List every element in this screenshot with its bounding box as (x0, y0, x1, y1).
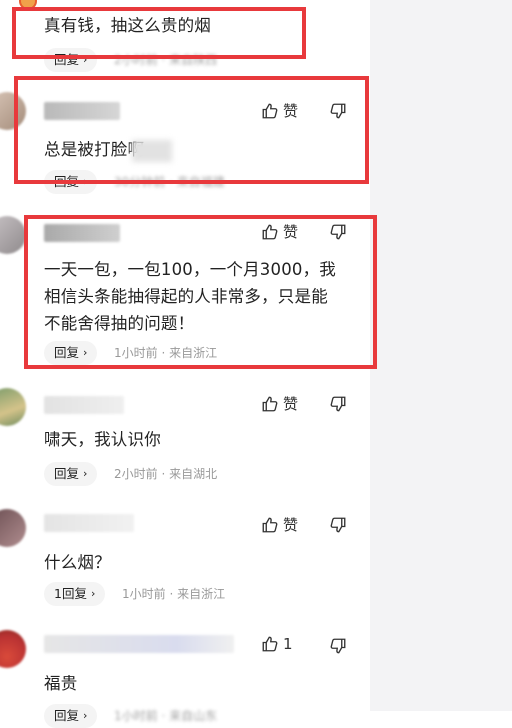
username-blurred (44, 224, 120, 242)
thumbs-up-icon (262, 396, 278, 411)
dislike-button[interactable] (329, 102, 347, 124)
avatar (0, 630, 26, 668)
chevron-right-icon: › (83, 709, 88, 722)
chevron-right-icon: › (83, 467, 88, 480)
thumbs-down-icon (330, 224, 346, 240)
like-label: 赞 (283, 102, 299, 120)
reply-label: 回复 (54, 174, 80, 189)
like-button[interactable]: 赞 (261, 100, 298, 121)
comment-meta: 2小时前 · 来自湖北 (114, 467, 218, 481)
comment-1: 真有钱，抽这么贵的烟 回复 › 2小时前 · 来自陕西 (0, 0, 370, 72)
like-button[interactable]: 赞 (261, 393, 298, 414)
comment-text: 啸天，我认识你 (44, 430, 161, 449)
like-button[interactable]: 赞 (261, 514, 298, 535)
comment-meta: 1小时前 · 来自浙江 (122, 587, 226, 601)
like-label: 赞 (283, 516, 299, 534)
thumbs-down-icon (330, 396, 346, 412)
comment-3: 赞 一天一包，一包100，一个月3000，我 相信头条能抽得起的人非常多，只是能… (0, 216, 370, 366)
avatar (0, 509, 26, 547)
thumbs-up-icon (262, 636, 278, 652)
comment-text: 总是被打脸啊 (44, 136, 172, 163)
comment-5: 赞 什么烟？ 1回复 › 1小时前 · 来自浙江 (0, 509, 370, 619)
like-button[interactable]: 赞 (261, 221, 298, 242)
username-blurred (44, 635, 234, 653)
thumbs-up-icon (262, 224, 278, 239)
comment-meta: 30分钟前 · 来自福建 (114, 175, 225, 189)
reply-button[interactable]: 回复 › (44, 704, 98, 728)
username-blurred (44, 102, 120, 120)
username-blurred (44, 396, 124, 414)
username-blurred (44, 514, 134, 532)
reply-label: 1回复 (54, 586, 87, 601)
comment-text: 什么烟？ (44, 553, 111, 572)
dislike-button[interactable] (329, 395, 347, 417)
chevron-right-icon: › (83, 175, 88, 188)
reply-button[interactable]: 回复 › (44, 170, 98, 194)
thumbs-up-icon (262, 517, 278, 532)
like-count: 1 (283, 635, 293, 653)
thumbs-down-icon (330, 638, 346, 654)
reply-button[interactable]: 回复 › (44, 341, 98, 365)
reply-label: 回复 (54, 345, 80, 360)
comment-meta: 1小时前 · 来自山东 (114, 709, 218, 723)
thumbs-down-icon (330, 517, 346, 533)
reply-button[interactable]: 回复 › (44, 48, 98, 72)
comment-2: 赞 总是被打脸啊 回复 › 30分钟前 · 来自福建 (0, 92, 370, 202)
avatar (0, 388, 26, 426)
chevron-right-icon: › (83, 346, 88, 359)
comment-meta: 1小时前 · 来自浙江 (114, 346, 218, 360)
like-button[interactable]: 1 (261, 635, 293, 653)
dislike-button[interactable] (329, 637, 347, 659)
comment-4: 赞 啸天，我认识你 回复 › 2小时前 · 来自湖北 (0, 388, 370, 498)
avatar-badge-icon (19, 0, 37, 10)
comment-text: 一天一包，一包100，一个月3000，我 相信头条能抽得起的人非常多，只是能 不… (44, 260, 336, 333)
right-gutter (370, 0, 512, 711)
dislike-button[interactable] (329, 223, 347, 245)
reply-label: 回复 (54, 52, 80, 67)
comment-6: 1 福贵 回复 › 1小时前 · 来自山东 (0, 630, 370, 728)
reply-button[interactable]: 1回复 › (44, 582, 106, 606)
comment-meta: 2小时前 · 来自陕西 (114, 53, 218, 67)
dislike-button[interactable] (329, 516, 347, 538)
reply-label: 回复 (54, 708, 80, 723)
avatar (0, 92, 26, 130)
blurred-overlay (131, 139, 172, 162)
like-label: 赞 (283, 223, 299, 241)
comment-text: 真有钱，抽这么贵的烟 (44, 16, 211, 35)
thumbs-up-icon (262, 103, 278, 118)
like-label: 赞 (283, 395, 299, 413)
comment-text: 福贵 (44, 674, 78, 693)
reply-button[interactable]: 回复 › (44, 462, 98, 486)
reply-label: 回复 (54, 466, 80, 481)
thumbs-down-icon (330, 103, 346, 119)
chevron-right-icon: › (83, 53, 88, 66)
avatar (0, 216, 26, 254)
chevron-right-icon: › (90, 587, 96, 600)
